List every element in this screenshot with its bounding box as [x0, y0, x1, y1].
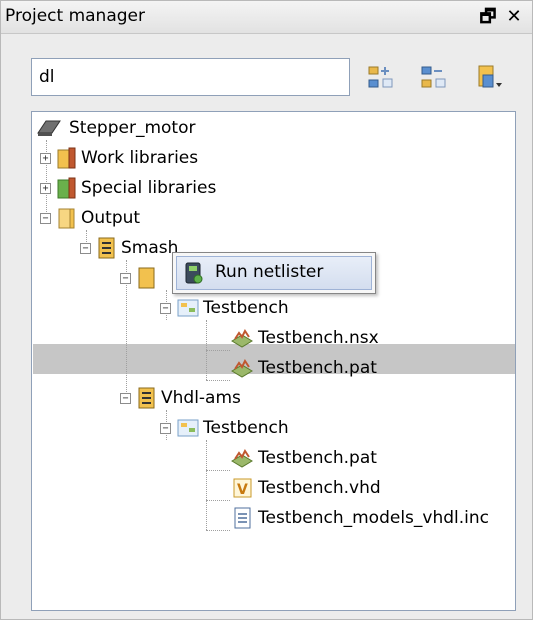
project-icon [36, 117, 61, 139]
waveform-file-icon [230, 327, 253, 349]
search-field[interactable] [31, 58, 350, 96]
search-input[interactable] [32, 59, 349, 95]
collapse-all-icon[interactable] [418, 63, 450, 93]
simulator-icon [137, 386, 157, 409]
waveform-file-icon [230, 447, 253, 469]
svg-text:V: V [237, 482, 248, 498]
tree-label-root: Stepper_motor [69, 118, 196, 138]
expand-all-icon[interactable] [365, 63, 397, 93]
simulator-icon [97, 236, 117, 259]
tree-label-smash-nsx: Testbench.nsx [258, 328, 379, 348]
tree-label-special-libraries: Special libraries [81, 178, 217, 198]
tree-label-vhdl-ams: Vhdl-ams [161, 388, 241, 408]
tree-label-output: Output [81, 208, 141, 228]
testbench-icon [177, 417, 199, 439]
context-menu: Run netlister [172, 252, 376, 294]
collapse-icon[interactable]: − [120, 273, 131, 284]
panel-title: Project manager [5, 6, 145, 26]
collapse-icon[interactable]: − [40, 213, 51, 224]
run-netlister-menu-item[interactable]: Run netlister [176, 256, 372, 290]
filter-dropdown-icon[interactable] [474, 63, 506, 93]
text-file-icon [232, 507, 252, 529]
waveform-file-icon [230, 357, 253, 379]
float-window-icon[interactable]: 🗗 [477, 5, 499, 29]
simulator-icon [137, 266, 157, 289]
folder-icon [57, 206, 77, 229]
run-netlister-label: Run netlister [215, 262, 324, 282]
tree-label-vhdl-testbench: Testbench [203, 418, 289, 438]
collapse-icon[interactable]: − [120, 393, 131, 404]
tree-label-smash-pat: Testbench.pat [258, 358, 377, 378]
tree-label-smash: Smash [121, 238, 179, 258]
library-folder-icon [57, 146, 77, 169]
tree-label-work-libraries: Work libraries [81, 148, 199, 168]
close-icon[interactable]: ✕ [503, 5, 525, 29]
collapse-icon[interactable]: − [80, 243, 91, 254]
panel-titlebar: Project manager 🗗 ✕ [1, 1, 532, 34]
tree-label-vhdl-pat: Testbench.pat [258, 448, 377, 468]
netlister-icon [183, 262, 205, 284]
expand-icon[interactable]: + [40, 183, 51, 194]
expand-icon[interactable]: + [40, 153, 51, 164]
testbench-icon [177, 297, 199, 319]
project-manager-panel: Project manager 🗗 ✕ dl Stepper_motor + W… [0, 0, 533, 620]
project-tree[interactable]: Stepper_motor + Work libraries + Special… [31, 111, 516, 611]
tree-label-vhdl-inc: Testbench_models_vhdl.inc [258, 508, 490, 528]
tree-label-smash-testbench: Testbench [203, 298, 289, 318]
library-folder-icon [57, 176, 77, 199]
collapse-icon[interactable]: − [160, 303, 171, 314]
tree-label-vhdl-vhd: Testbench.vhd [258, 478, 381, 498]
vhdl-file-icon: V [232, 477, 252, 499]
collapse-icon[interactable]: − [160, 423, 171, 434]
